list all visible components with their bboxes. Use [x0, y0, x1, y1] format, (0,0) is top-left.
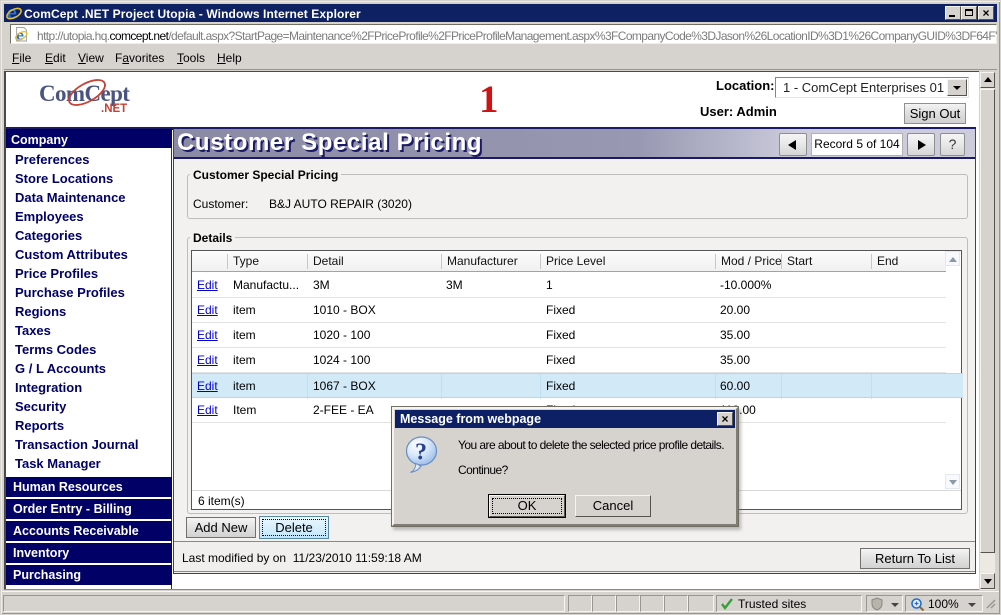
svg-text:.NET: .NET — [101, 103, 127, 115]
svg-text:?: ? — [415, 440, 427, 466]
